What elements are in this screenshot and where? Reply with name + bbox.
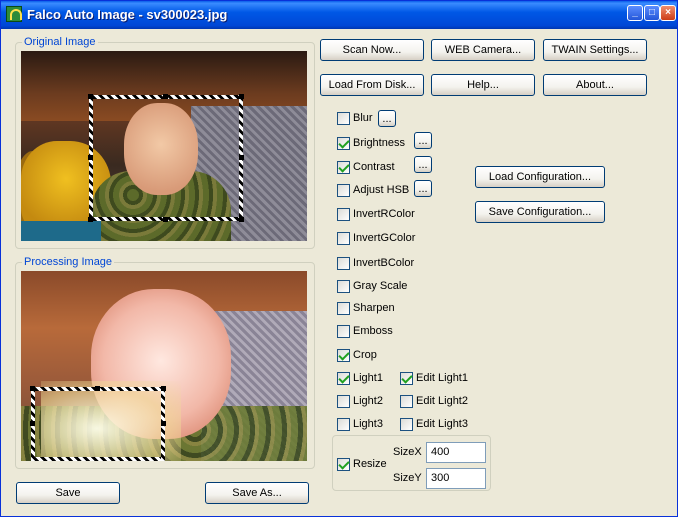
help-button[interactable]: Help...	[431, 74, 535, 96]
light3-checkbox[interactable]: Light3	[337, 416, 383, 432]
emboss-label: Emboss	[353, 325, 393, 337]
load-configuration-button[interactable]: Load Configuration...	[475, 166, 605, 188]
crop-handle[interactable]	[88, 217, 93, 222]
crop-checkbox-box[interactable]	[337, 348, 350, 362]
emboss-checkbox-box[interactable]	[337, 324, 350, 338]
blur-label: Blur	[353, 112, 373, 124]
adjust-hsb-checkbox-box[interactable]	[337, 183, 350, 197]
save-configuration-button[interactable]: Save Configuration...	[475, 201, 605, 223]
invert-b-label: InvertBColor	[353, 257, 415, 269]
original-image[interactable]	[21, 51, 307, 241]
adjust-hsb-checkbox[interactable]: Adjust HSB	[337, 182, 409, 198]
gray-scale-checkbox-box[interactable]	[337, 279, 350, 293]
edit-light3-checkbox[interactable]: Edit Light3	[400, 416, 468, 432]
scan-now-button[interactable]: Scan Now...	[320, 39, 424, 61]
adjust-hsb-label: Adjust HSB	[353, 184, 410, 196]
light2-checkbox[interactable]: Light2	[337, 393, 383, 409]
sizex-input[interactable]: 400	[426, 442, 486, 463]
crop-handle[interactable]	[163, 217, 168, 222]
crop-handle[interactable]	[239, 94, 244, 99]
web-camera-button[interactable]: WEB Camera...	[431, 39, 535, 61]
invert-r-checkbox-box[interactable]	[337, 207, 350, 221]
save-button[interactable]: Save	[16, 482, 120, 504]
edit-light2-checkbox-box[interactable]	[400, 394, 413, 408]
light3-label: Light3	[353, 418, 383, 430]
close-icon[interactable]: ×	[660, 5, 676, 21]
edit-light1-label: Edit Light1	[416, 372, 468, 384]
invert-b-checkbox[interactable]: InvertBColor	[337, 255, 414, 271]
brightness-checkbox[interactable]: Brightness	[337, 135, 405, 151]
light-handle[interactable]	[30, 386, 35, 391]
about-button[interactable]: About...	[543, 74, 647, 96]
edit-light1-checkbox-box[interactable]	[400, 371, 413, 385]
contrast-label: Contrast	[353, 161, 395, 173]
crop-label: Crop	[353, 349, 377, 361]
light-handle[interactable]	[161, 386, 166, 391]
light-selection-frame[interactable]	[30, 386, 166, 461]
blur-checkbox-box[interactable]	[337, 111, 350, 125]
blur-settings-button[interactable]: ...	[378, 110, 396, 127]
crop-handle[interactable]	[239, 217, 244, 222]
emboss-checkbox[interactable]: Emboss	[337, 323, 393, 339]
processing-image[interactable]	[21, 271, 307, 461]
sizex-label: SizeX	[393, 446, 422, 458]
crop-handle[interactable]	[88, 155, 93, 160]
crop-handle[interactable]	[88, 94, 93, 99]
invert-r-checkbox[interactable]: InvertRColor	[337, 206, 415, 222]
processing-image-legend: Processing Image	[24, 256, 113, 268]
edit-light2-checkbox[interactable]: Edit Light2	[400, 393, 468, 409]
adjust-hsb-settings-button[interactable]: ...	[414, 180, 432, 197]
invert-g-label: InvertGColor	[353, 232, 416, 244]
brightness-checkbox-box[interactable]	[337, 136, 350, 150]
title-bar[interactable]: Falco Auto Image - sv300023.jpg _ □ ×	[1, 1, 677, 29]
original-image-legend: Original Image	[24, 36, 96, 48]
light3-checkbox-box[interactable]	[337, 417, 350, 431]
crop-handle[interactable]	[239, 155, 244, 160]
sharpen-checkbox[interactable]: Sharpen	[337, 300, 395, 316]
gray-scale-checkbox[interactable]: Gray Scale	[337, 278, 407, 294]
sharpen-checkbox-box[interactable]	[337, 301, 350, 315]
crop-selection-frame[interactable]	[88, 94, 244, 222]
sizey-input[interactable]: 300	[426, 468, 486, 489]
crop-checkbox[interactable]: Crop	[337, 347, 377, 363]
crop-handle[interactable]	[163, 94, 168, 99]
sharpen-label: Sharpen	[353, 302, 395, 314]
edit-light1-checkbox[interactable]: Edit Light1	[400, 370, 468, 386]
resize-checkbox[interactable]: Resize	[337, 456, 387, 472]
save-as-button[interactable]: Save As...	[205, 482, 309, 504]
edit-light3-label: Edit Light3	[416, 418, 468, 430]
sizey-label: SizeY	[393, 472, 422, 484]
light-handle[interactable]	[161, 421, 166, 426]
light1-checkbox-box[interactable]	[337, 371, 350, 385]
edit-light2-label: Edit Light2	[416, 395, 468, 407]
brightness-label: Brightness	[353, 137, 405, 149]
invert-r-label: InvertRColor	[353, 208, 415, 220]
window-title: Falco Auto Image - sv300023.jpg	[27, 7, 228, 22]
light1-checkbox[interactable]: Light1	[337, 370, 383, 386]
app-icon	[6, 6, 22, 22]
invert-g-checkbox-box[interactable]	[337, 231, 350, 245]
light-handle[interactable]	[30, 421, 35, 426]
invert-b-checkbox-box[interactable]	[337, 256, 350, 270]
edit-light3-checkbox-box[interactable]	[400, 417, 413, 431]
light2-checkbox-box[interactable]	[337, 394, 350, 408]
main-window: Falco Auto Image - sv300023.jpg _ □ × Or…	[0, 0, 678, 517]
contrast-settings-button[interactable]: ...	[414, 156, 432, 173]
minimize-icon[interactable]: _	[627, 5, 643, 21]
light-handle[interactable]	[95, 386, 100, 391]
maximize-icon[interactable]: □	[644, 5, 660, 21]
twain-settings-button[interactable]: TWAIN Settings...	[543, 39, 647, 61]
gray-scale-label: Gray Scale	[353, 280, 408, 292]
brightness-settings-button[interactable]: ...	[414, 132, 432, 149]
resize-checkbox-box[interactable]	[337, 457, 350, 471]
resize-label: Resize	[353, 458, 387, 470]
light1-label: Light1	[353, 372, 383, 384]
light2-label: Light2	[353, 395, 383, 407]
invert-g-checkbox[interactable]: InvertGColor	[337, 230, 415, 246]
contrast-checkbox[interactable]: Contrast	[337, 159, 395, 175]
contrast-checkbox-box[interactable]	[337, 160, 350, 174]
load-from-disk-button[interactable]: Load From Disk...	[320, 74, 424, 96]
blur-checkbox[interactable]: Blur	[337, 110, 373, 126]
